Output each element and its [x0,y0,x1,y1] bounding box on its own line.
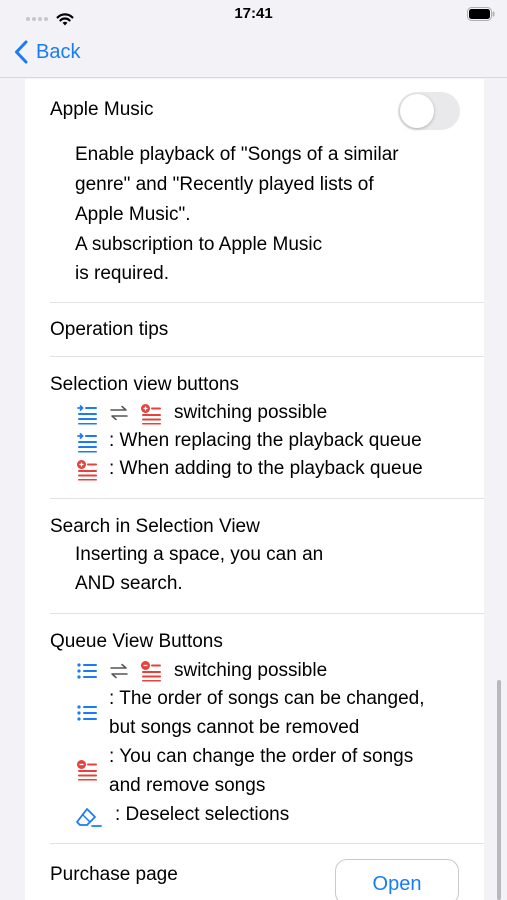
remove-list-icon [141,661,161,682]
queue-buttons-row: Queue View Buttons switching possible : … [25,614,484,843]
replace-queue-icon [77,405,97,425]
toggle-knob [400,94,434,128]
apple-music-title: Apple Music [50,99,154,120]
add-queue-icon [141,404,161,425]
queue-buttons-title: Queue View Buttons [50,631,223,652]
search-row: Search in Selection View Inserting a spa… [25,499,484,613]
apple-music-desc-line-5: is required. [75,263,169,284]
operation-tips-title: Operation tips [50,319,169,340]
search-desc-line-1: Inserting a space, you can an [75,544,324,565]
selection-buttons-title: Selection view buttons [50,374,240,395]
status-bar: 17:41 [0,0,507,30]
list-icon [77,663,97,679]
remove-list-icon [77,760,97,781]
apple-music-desc-line-2: genre" and "Recently played lists of [75,174,374,195]
navigation-bar: Back [0,30,507,78]
add-queue-icon [77,460,97,481]
apple-music-row: Apple Music Enable playback of "Songs of… [25,79,484,302]
selection-replace-text: : When replacing the playback queue [109,430,422,451]
open-button[interactable]: Open [335,859,459,900]
list-icon [77,705,97,721]
search-title: Search in Selection View [50,516,260,537]
queue-remove-text-line-2: and remove songs [109,775,266,796]
battery-icon [467,7,495,21]
back-label: Back [36,40,81,63]
queue-reorder-text-line-2: but songs cannot be removed [109,717,360,738]
apple-music-desc-line-4: A subscription to Apple Music [75,234,323,255]
selection-buttons-row: Selection view buttons switching possibl… [25,357,484,498]
queue-deselect-text: : Deselect selections [115,804,290,825]
chevron-left-icon [15,40,28,64]
apple-music-desc-line-3: Apple Music". [75,204,191,225]
queue-switch-text: switching possible [174,660,328,681]
queue-reorder-text-line-1: : The order of songs can be changed, [109,688,425,709]
selection-switch-text: switching possible [174,402,328,423]
selection-add-text: : When adding to the playback queue [109,458,423,479]
apple-music-toggle[interactable] [398,92,460,130]
search-desc-line-2: AND search. [75,573,183,594]
purchase-title: Purchase page [50,864,178,885]
swap-arrows-icon [110,663,128,679]
eraser-icon [76,808,102,827]
back-button[interactable]: Back [14,40,80,64]
swap-arrows-icon [110,405,128,421]
operation-tips-row: Operation tips [25,303,484,356]
replace-queue-icon [77,433,97,453]
settings-card: Apple Music Enable playback of "Songs of… [25,79,484,900]
scrollbar[interactable] [497,680,501,900]
status-time: 17:41 [234,5,273,22]
queue-remove-text-line-1: : You can change the order of songs [109,746,414,767]
apple-music-desc-line-1: Enable playback of "Songs of a similar [75,144,399,165]
